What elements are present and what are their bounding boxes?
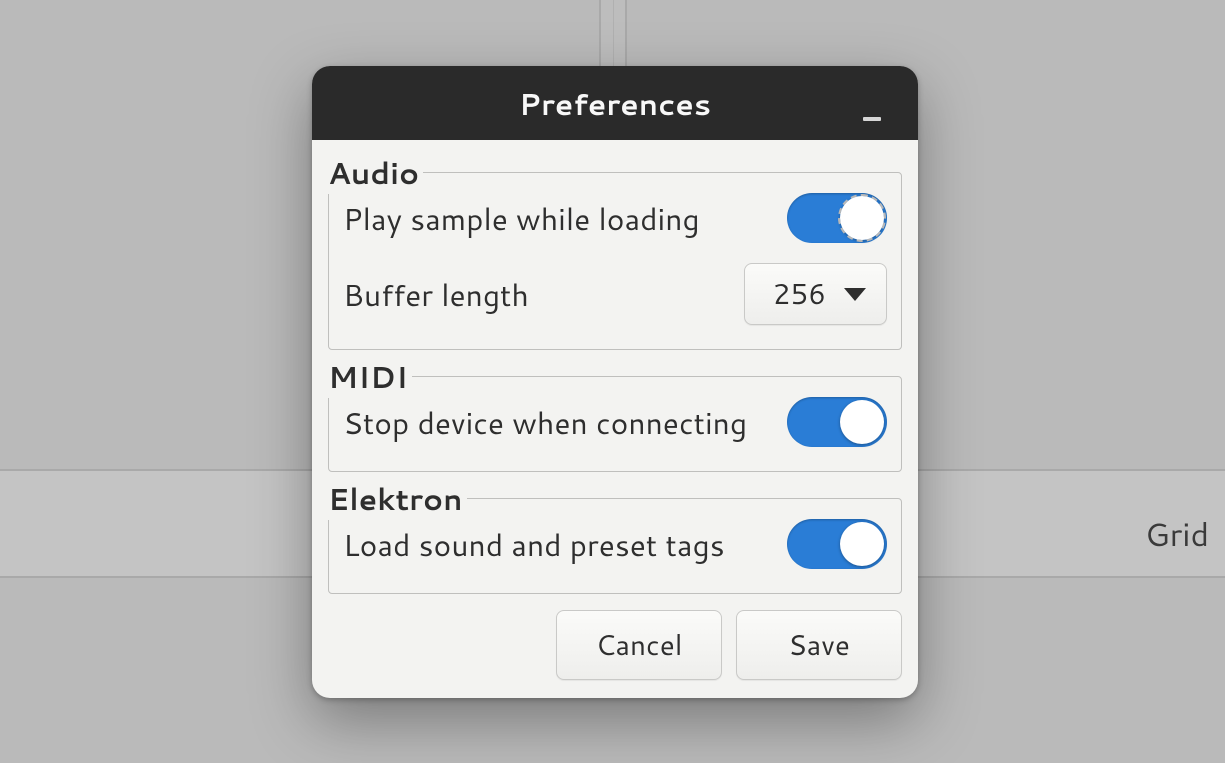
buffer-length-row: Buffer length 256 [343, 253, 887, 335]
play-sample-row: Play sample while loading [343, 183, 887, 253]
cancel-button[interactable]: Cancel [556, 610, 722, 680]
toggle-knob [840, 400, 884, 444]
stop-device-label: Stop device when connecting [343, 401, 747, 444]
midi-legend: MIDI [328, 355, 412, 398]
grid-label: Grid [1145, 512, 1209, 557]
dialog-body: Audio Play sample while loading Buffer l… [312, 140, 918, 698]
minimize-icon [863, 117, 881, 121]
save-button[interactable]: Save [736, 610, 902, 680]
load-tags-toggle[interactable] [787, 519, 887, 569]
buffer-length-value: 256 [773, 274, 826, 314]
toggle-knob [840, 522, 884, 566]
dialog-button-row: Cancel Save [328, 594, 902, 680]
elektron-section: Elektron Load sound and preset tags [328, 498, 902, 594]
dialog-title: Preferences [519, 82, 711, 125]
dialog-titlebar: Preferences [312, 66, 918, 140]
chevron-down-icon [844, 288, 866, 301]
play-sample-toggle[interactable] [787, 193, 887, 243]
audio-legend: Audio [328, 151, 423, 194]
audio-section: Audio Play sample while loading Buffer l… [328, 172, 902, 350]
stop-device-toggle[interactable] [787, 397, 887, 447]
minimize-button[interactable] [854, 96, 890, 132]
buffer-length-dropdown[interactable]: 256 [744, 263, 887, 325]
load-tags-label: Load sound and preset tags [343, 523, 725, 566]
buffer-length-label: Buffer length [343, 273, 529, 316]
elektron-legend: Elektron [328, 477, 467, 520]
stop-device-row: Stop device when connecting [343, 387, 887, 457]
preferences-dialog: Preferences Audio Play sample while load… [312, 66, 918, 698]
play-sample-label: Play sample while loading [343, 197, 700, 240]
midi-section: MIDI Stop device when connecting [328, 376, 902, 472]
toggle-knob [840, 196, 884, 240]
